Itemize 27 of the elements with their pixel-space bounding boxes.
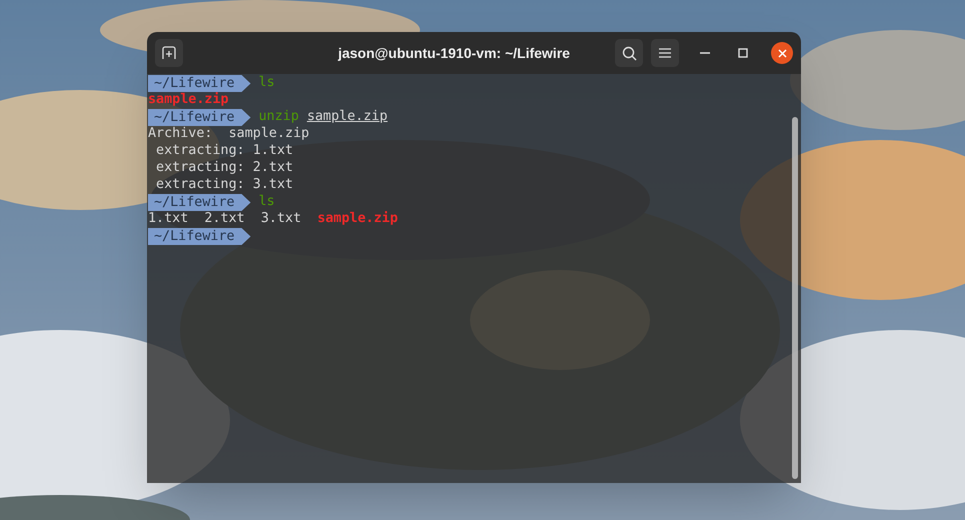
new-tab-icon (162, 46, 176, 60)
close-button[interactable] (771, 42, 793, 64)
command-text: ls (258, 193, 275, 212)
scrollbar[interactable] (792, 117, 798, 479)
output-text: extracting: 2.txt (155, 159, 294, 178)
menu-button[interactable] (651, 39, 679, 67)
output-text: 1.txt 2.txt 3.txt (148, 210, 302, 228)
prompt-label: ~/Lifewire (148, 194, 251, 211)
new-tab-button[interactable] (155, 39, 183, 67)
window-title: jason@ubuntu-1910-vm: ~/Lifewire (338, 44, 570, 63)
command-text: ls (258, 74, 275, 92)
argument-text: sample.zip (306, 108, 388, 126)
menu-icon (659, 48, 671, 58)
prompt-label: ~/Lifewire (148, 228, 251, 245)
output-text: extracting: 1.txt (155, 142, 294, 160)
output-text: extracting: 3.txt (155, 176, 294, 194)
search-button[interactable] (615, 39, 643, 67)
maximize-icon (738, 48, 748, 58)
prompt-label: ~/Lifewire (148, 75, 251, 92)
command-text: unzip (258, 108, 299, 126)
prompt-label: ~/Lifewire (148, 109, 251, 126)
close-icon (778, 48, 786, 58)
output-text: Archive: sample.zip (148, 125, 310, 144)
file-name: sample.zip (148, 91, 229, 110)
file-name: sample.zip (317, 210, 398, 228)
minimize-icon (700, 52, 710, 54)
search-icon (622, 46, 636, 60)
